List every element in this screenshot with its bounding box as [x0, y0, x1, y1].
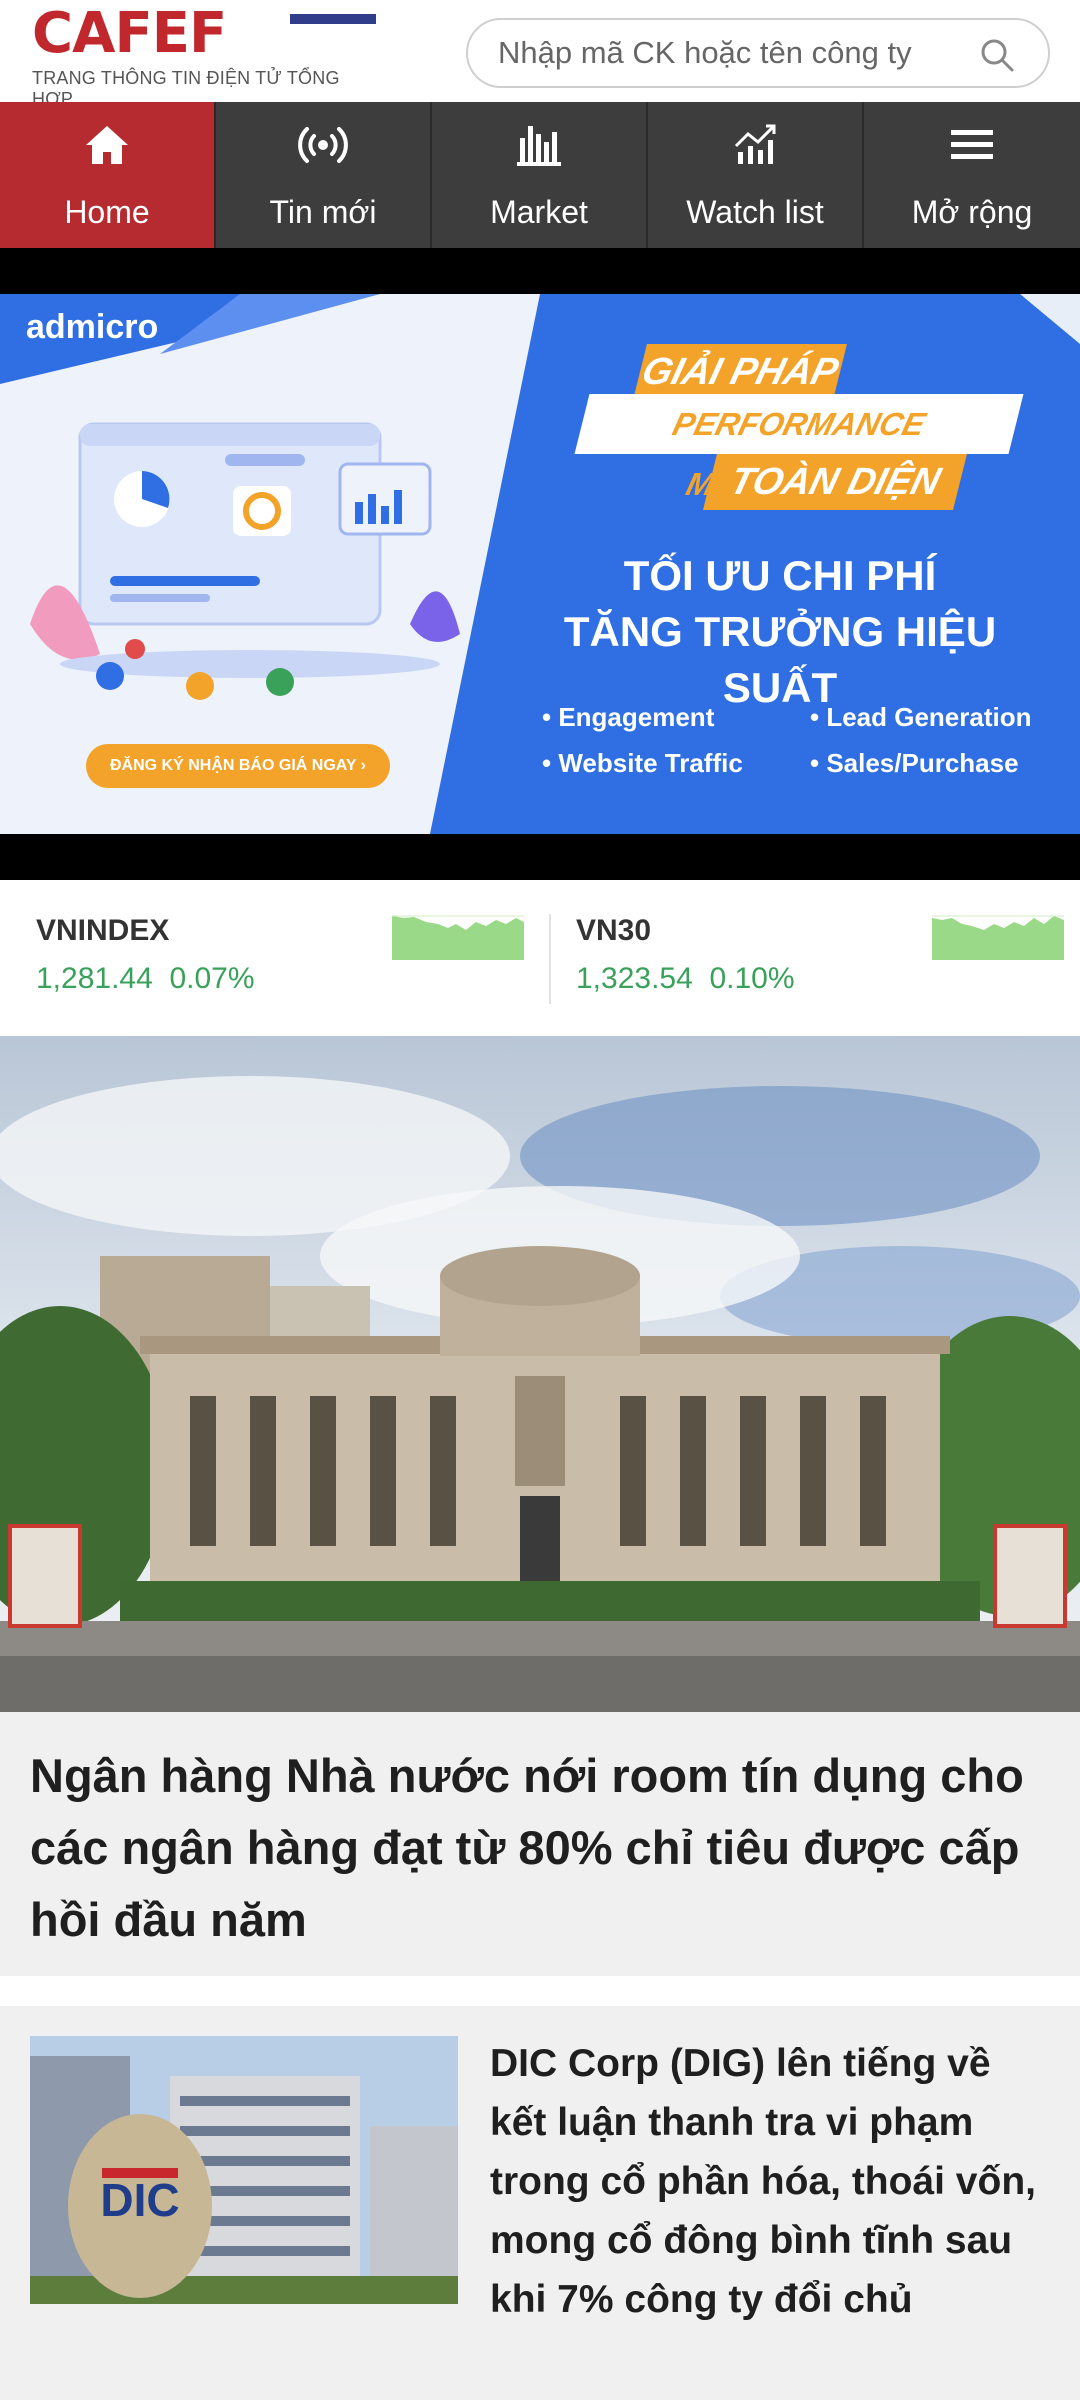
index-vnindex[interactable]: VNINDEX 1,281.44 0.07%: [0, 880, 540, 1036]
nav-label: Mở rộng: [911, 194, 1033, 230]
ad-sub-2: TĂNG TRƯỞNG HIỆU SUẤT: [563, 608, 997, 711]
menu-icon: [951, 130, 993, 159]
ad-bullet: • Lead Generation: [810, 702, 1032, 732]
ad-container: admicro GIẢI PHÁP PERFORMANCE MARKETING …: [0, 248, 1080, 880]
ad-cta-button[interactable]: ĐĂNG KÝ NHẬN BÁO GIÁ NGAY ›: [86, 744, 390, 788]
home-icon: [86, 126, 128, 164]
nav-label: Home: [64, 194, 150, 230]
ad-headline-2: PERFORMANCE MARKETING: [574, 394, 1024, 502]
ad-headline-1: GIẢI PHÁP: [633, 344, 847, 400]
ad-bullet: • Website Traffic: [542, 748, 743, 778]
nav-home[interactable]: Home: [0, 102, 216, 248]
sparkline-chart: [392, 915, 524, 960]
index-vn30[interactable]: VN30 1,323.54 0.10%: [540, 880, 1080, 1036]
dic-building-photo: DIC: [30, 2036, 458, 2304]
sparkline-chart: [932, 915, 1064, 960]
main-nav: Home Tin mới Market Watch list Mở rộng: [0, 102, 1080, 248]
hero-article-image[interactable]: [0, 1036, 1080, 1712]
ad-bullet: • Sales/Purchase: [810, 748, 1019, 778]
nav-market[interactable]: Market: [432, 102, 648, 248]
nav-mo-rong[interactable]: Mở rộng: [864, 102, 1080, 248]
admicro-logo: admicro: [26, 308, 159, 346]
cafef-logo[interactable]: CAFEF TRANG THÔNG TIN ĐIỆN TỬ TỔNG HỢP: [32, 6, 382, 109]
search-input[interactable]: [498, 20, 968, 86]
index-value: 1,281.44 0.07%: [36, 962, 255, 995]
market-indices: VNINDEX 1,281.44 0.07% VN30 1,323.54 0.1…: [0, 880, 1080, 1036]
nav-label: Watch list: [686, 194, 824, 230]
dic-logo-text: DIC: [100, 2174, 179, 2226]
ad-subheading: TỐI ƯU CHI PHÍ TĂNG TRƯỞNG HIỆU SUẤT: [520, 548, 1040, 716]
article-thumbnail[interactable]: DIC: [30, 2036, 458, 2304]
bar-chart-icon: [517, 126, 561, 166]
search-box[interactable]: [466, 18, 1050, 88]
article-title[interactable]: DIC Corp (DIG) lên tiếng về kết luận tha…: [490, 2034, 1050, 2329]
app-header: CAFEF TRANG THÔNG TIN ĐIỆN TỬ TỔNG HỢP: [0, 0, 1080, 109]
ad-bullet: • Engagement: [542, 702, 715, 732]
trend-chart-icon: [734, 124, 776, 164]
nav-watch-list[interactable]: Watch list: [648, 102, 864, 248]
nav-label: Market: [490, 194, 588, 230]
index-name: VNINDEX: [36, 914, 170, 947]
ad-headline-3: TOÀN DIỆN: [703, 454, 967, 510]
nav-tin-moi[interactable]: Tin mới: [216, 102, 432, 248]
ad-sub-1: TỐI ƯU CHI PHÍ: [623, 552, 937, 599]
logo-accent-bar: [290, 14, 376, 24]
index-value: 1,323.54 0.10%: [576, 962, 795, 995]
search-icon[interactable]: [980, 38, 1014, 72]
broadcast-icon: [298, 127, 348, 163]
ad-banner[interactable]: admicro GIẢI PHÁP PERFORMANCE MARKETING …: [0, 294, 1080, 834]
hero-article-title[interactable]: Ngân hàng Nhà nước nới room tín dụng cho…: [30, 1740, 1050, 1956]
state-bank-building-photo: [0, 1036, 1080, 1712]
index-name: VN30: [576, 914, 652, 947]
article-card[interactable]: DIC DIC Corp (DIG) lên tiếng về kết luận…: [0, 2006, 1080, 2400]
section-gap: [0, 1976, 1080, 2006]
nav-label: Tin mới: [269, 194, 377, 230]
hero-article[interactable]: Ngân hàng Nhà nước nới room tín dụng cho…: [0, 1712, 1080, 1976]
logo-wordmark: CAFEF: [32, 6, 382, 62]
